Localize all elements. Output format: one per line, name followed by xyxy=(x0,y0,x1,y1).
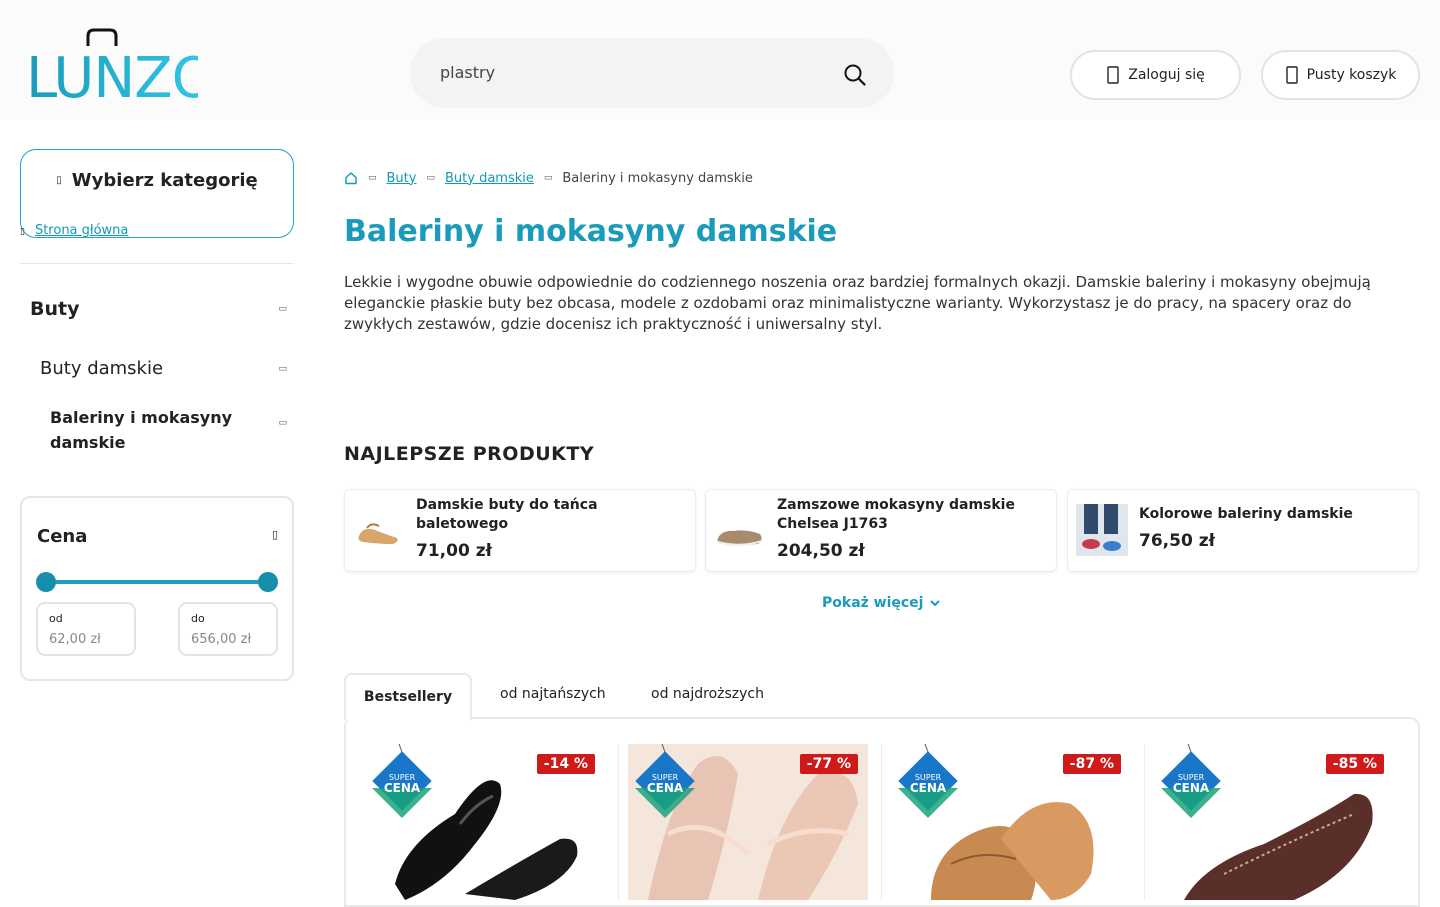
price-slider-max-handle[interactable] xyxy=(258,572,278,592)
home-small-icon: ▯ xyxy=(20,227,25,237)
svg-text:CENA: CENA xyxy=(384,781,421,795)
cart-icon xyxy=(1285,66,1298,84)
price-from-label: od xyxy=(49,612,63,625)
best-product-card[interactable]: Kolorowe baleriny damskie 76,50 zł xyxy=(1067,489,1419,572)
page-title: Baleriny i mokasyny damskie xyxy=(344,214,838,249)
product-name[interactable]: Damskie buty do tańca baletowego xyxy=(416,496,686,534)
super-price-tag-icon: SUPER CENA xyxy=(372,744,432,818)
product-tile[interactable]: SUPER CENA -14 % xyxy=(365,744,605,900)
product-tile[interactable]: SUPER CENA -87 % xyxy=(891,744,1131,900)
sidebar-item-buty-damskie[interactable]: Buty damskie ▭ xyxy=(40,358,287,379)
chevron-icon: ▭ xyxy=(278,418,287,428)
discount-badge: -14 % xyxy=(536,754,595,774)
best-product-card[interactable]: Damskie buty do tańca baletowego 71,00 z… xyxy=(344,489,696,572)
show-more-button[interactable]: Pokaż więcej xyxy=(822,595,941,611)
home-icon[interactable] xyxy=(344,171,358,185)
super-price-tag-icon: SUPER CENA xyxy=(1161,744,1221,818)
breadcrumb-link-buty-damskie[interactable]: Buty damskie xyxy=(445,171,534,186)
product-tile[interactable]: SUPER CENA -85 % xyxy=(1154,744,1394,900)
breadcrumb: ▭ Buty ▭ Buty damskie ▭ Baleriny i mokas… xyxy=(344,168,753,188)
category-description: Lekkie i wygodne obuwie odpowiednie do c… xyxy=(344,273,1371,333)
svg-text:LUNZO: LUNZO xyxy=(26,46,198,100)
super-price-tag-icon: SUPER CENA xyxy=(898,744,958,818)
product-price: 76,50 zł xyxy=(1139,531,1215,551)
product-name[interactable]: Kolorowe baleriny damskie xyxy=(1139,505,1409,524)
tab-bestsellery[interactable]: Bestsellery xyxy=(344,673,472,721)
breadcrumb-separator: ▭ xyxy=(426,173,435,183)
sidebar-item-label: Baleriny i mokasyny damskie xyxy=(50,408,233,452)
menu-icon: ▯ xyxy=(56,175,62,186)
chevron-icon: ▭ xyxy=(278,364,287,374)
cart-label: Pusty koszyk xyxy=(1306,67,1397,83)
product-thumbnail xyxy=(358,523,398,544)
grid-divider xyxy=(881,744,882,900)
sidebar-divider xyxy=(20,263,293,264)
login-label: Zaloguj się xyxy=(1128,67,1205,83)
search-icon[interactable] xyxy=(844,64,866,86)
best-product-card[interactable]: Zamszowe mokasyny damskie Chelsea J1763 … xyxy=(705,489,1057,572)
category-button-label: Wybierz kategorię xyxy=(71,170,258,191)
discount-badge: -77 % xyxy=(799,754,858,774)
price-slider-track[interactable] xyxy=(46,580,268,584)
price-to-value[interactable]: 656,00 zł xyxy=(191,632,251,647)
sidebar-item-baleriny[interactable]: Baleriny i mokasyny damskie ▭ xyxy=(50,405,287,455)
chevron-icon: ▭ xyxy=(278,304,287,314)
product-tile[interactable]: SUPER CENA -77 % xyxy=(628,744,868,900)
user-icon xyxy=(1107,66,1119,84)
lunzo-logo[interactable]: LUNZO xyxy=(26,28,198,100)
chevron-down-icon xyxy=(930,600,941,607)
breadcrumb-current: Baleriny i mokasyny damskie xyxy=(562,170,753,186)
header: LUNZO plastry Zaloguj się Pusty koszyk xyxy=(0,0,1440,120)
discount-badge: -85 % xyxy=(1325,754,1384,774)
breadcrumb-separator: ▭ xyxy=(543,173,553,183)
home-link-row: ▯ Strona główna xyxy=(20,223,128,238)
grid-divider xyxy=(618,744,619,900)
sidebar-item-label: Buty damskie xyxy=(40,358,164,379)
svg-text:CENA: CENA xyxy=(910,781,947,795)
product-price: 71,00 zł xyxy=(416,541,492,561)
product-thumbnail xyxy=(717,530,763,546)
price-from-field[interactable]: od 62,00 zł xyxy=(36,602,136,656)
discount-badge: -87 % xyxy=(1062,754,1121,774)
search-input[interactable]: plastry xyxy=(440,63,495,82)
grid-divider xyxy=(1144,744,1145,900)
search-bar[interactable]: plastry xyxy=(410,38,894,108)
tab-most-expensive[interactable]: od najdroższych xyxy=(651,686,764,702)
svg-text:CENA: CENA xyxy=(647,781,684,795)
product-thumbnail xyxy=(1076,504,1128,556)
login-button[interactable]: Zaloguj się xyxy=(1070,50,1241,100)
sidebar-item-buty[interactable]: Buty ▭ xyxy=(30,298,287,320)
breadcrumb-separator: ▭ xyxy=(368,173,377,183)
super-price-tag-icon: SUPER CENA xyxy=(635,744,695,818)
best-products-title: NAJLEPSZE PRODUKTY xyxy=(344,443,595,465)
price-slider-min-handle[interactable] xyxy=(36,572,56,592)
tab-cheapest[interactable]: od najtańszych xyxy=(500,686,606,702)
product-price: 204,50 zł xyxy=(777,541,865,561)
home-link[interactable]: Strona główna xyxy=(35,223,128,238)
price-to-field[interactable]: do 656,00 zł xyxy=(178,602,278,656)
price-to-label: do xyxy=(191,612,205,625)
price-filter: Cena ▯ od 62,00 zł do 656,00 zł xyxy=(20,496,294,681)
price-from-value[interactable]: 62,00 zł xyxy=(49,632,101,647)
product-name[interactable]: Zamszowe mokasyny damskie Chelsea J1763 xyxy=(777,496,1047,534)
price-filter-title: Cena xyxy=(37,526,88,547)
svg-text:CENA: CENA xyxy=(1173,781,1210,795)
collapse-icon[interactable]: ▯ xyxy=(272,528,278,541)
sidebar-item-label: Buty xyxy=(30,298,80,320)
breadcrumb-link-buty[interactable]: Buty xyxy=(387,171,417,186)
show-more-label: Pokaż więcej xyxy=(822,595,924,611)
cart-button[interactable]: Pusty koszyk xyxy=(1261,50,1420,100)
